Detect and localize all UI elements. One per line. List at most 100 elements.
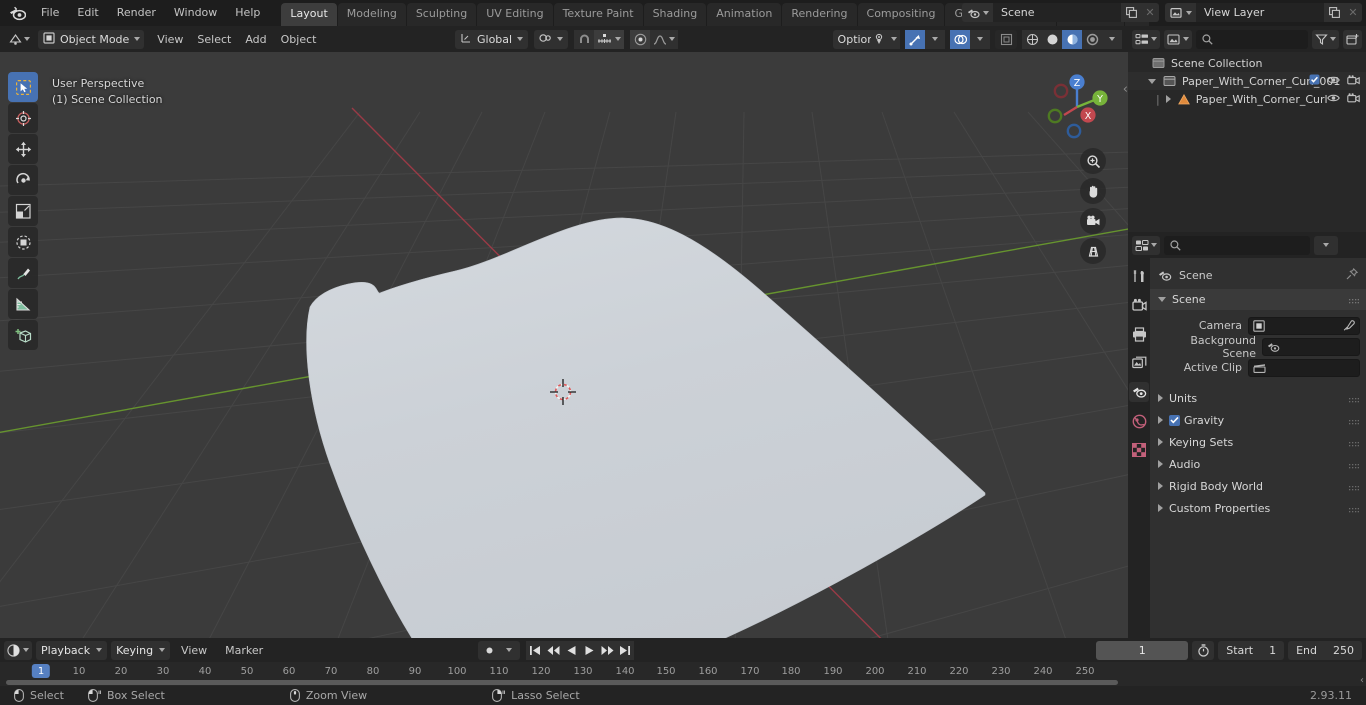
menu-file[interactable]: File (32, 3, 68, 23)
frame-end-field[interactable]: End 250 (1288, 640, 1362, 660)
auto-keying-toggle[interactable] (478, 640, 520, 660)
outliner-row-paper-with-corner-curl[interactable]: | Paper_With_Corner_Curl (1128, 90, 1366, 108)
outliner-filter-icon[interactable] (1312, 29, 1339, 49)
use-preview-range-button[interactable] (1192, 640, 1215, 660)
gizmo-options-chevron-icon[interactable] (925, 29, 945, 49)
gizmo-icon[interactable] (905, 29, 925, 49)
scale-tool[interactable] (8, 196, 38, 226)
pivot-point-select[interactable] (534, 29, 569, 49)
blender-logo-icon[interactable] (6, 3, 28, 23)
viewport-menu-view[interactable]: View (150, 31, 190, 48)
jump-to-start-button[interactable] (526, 640, 544, 660)
close-icon[interactable]: ✕ (1141, 3, 1159, 22)
menu-window[interactable]: Window (165, 3, 226, 23)
toggle-perspective-button[interactable] (1080, 238, 1106, 264)
snap-increment-icon[interactable] (594, 29, 625, 49)
close-icon[interactable]: ✕ (1344, 3, 1362, 22)
properties-editor-icon[interactable] (1132, 235, 1160, 255)
view-layer-tab[interactable] (1129, 353, 1149, 373)
tool-tab[interactable] (1129, 266, 1149, 286)
magnet-icon[interactable] (574, 29, 595, 49)
camera-field[interactable] (1248, 316, 1360, 335)
keying-sets-panel-header[interactable]: Keying Sets (1150, 431, 1366, 453)
duplicate-icon[interactable] (1324, 3, 1344, 22)
move-tool[interactable] (8, 134, 38, 164)
outliner-row-scene-collection[interactable]: Scene Collection (1128, 54, 1366, 72)
expand-triangle-icon[interactable] (1148, 78, 1156, 84)
gravity-panel-header[interactable]: Gravity (1150, 409, 1366, 431)
workspace-tab-layout[interactable]: Layout (281, 3, 337, 26)
previous-keyframe-button[interactable] (544, 640, 562, 660)
record-dot-icon[interactable] (480, 640, 498, 660)
solid-shading-icon[interactable] (1042, 29, 1062, 49)
scene-icon[interactable] (962, 3, 993, 22)
workspace-tab-rendering[interactable]: Rendering (782, 3, 857, 26)
auto-keying-options-chevron-icon[interactable] (500, 640, 518, 660)
timeline-collapse-arrow[interactable]: ‹ (1360, 675, 1364, 686)
shading-options-chevron-icon[interactable] (1102, 29, 1122, 49)
transform-tool[interactable] (8, 227, 38, 257)
view-layer-icon[interactable] (1165, 3, 1196, 22)
object-types-visibility-icon[interactable] (871, 29, 900, 49)
wireframe-shading-icon[interactable] (1022, 29, 1042, 49)
scene-name-field[interactable]: Scene (993, 3, 1121, 22)
gravity-checkbox[interactable] (1169, 414, 1180, 426)
outliner-search-input[interactable] (1196, 29, 1308, 49)
navigation-gizmo[interactable]: Z Y X (1040, 70, 1114, 144)
overlays-options-chevron-icon[interactable] (970, 29, 990, 49)
timeline-ruler[interactable]: 1 10 20 30 40 50 60 70 80 90 100 110 120… (0, 662, 1366, 686)
xray-icon[interactable] (995, 29, 1017, 49)
outliner-row-paper-with-corner-curl-001[interactable]: Paper_With_Corner_Curl_001 (1128, 72, 1366, 90)
annotate-tool[interactable] (8, 258, 38, 288)
hide-in-viewport-eye-icon[interactable] (1327, 93, 1340, 106)
menu-render[interactable]: Render (108, 3, 165, 23)
overlays-icon[interactable] (950, 29, 970, 49)
editor-type-icon[interactable] (6, 30, 33, 49)
material-preview-icon[interactable] (1062, 29, 1082, 49)
jump-to-end-button[interactable] (616, 640, 634, 660)
timeline-menu-marker[interactable]: Marker (218, 642, 270, 659)
new-collection-icon[interactable] (1343, 29, 1362, 49)
render-tab[interactable] (1129, 295, 1149, 315)
viewport-menu-select[interactable]: Select (190, 31, 238, 48)
frame-start-field[interactable]: Start 1 (1218, 640, 1285, 660)
workspace-tab-uv-editing[interactable]: UV Editing (477, 3, 553, 26)
texture-tab[interactable] (1129, 440, 1149, 460)
menu-help[interactable]: Help (226, 3, 269, 23)
falloff-curve-icon[interactable] (650, 29, 679, 49)
workspace-tab-animation[interactable]: Animation (707, 3, 782, 26)
disable-in-render-camera-icon[interactable] (1347, 92, 1360, 106)
playback-menu[interactable]: Playback (36, 640, 108, 660)
scene-tab[interactable] (1129, 382, 1149, 402)
world-tab[interactable] (1129, 411, 1149, 431)
menu-edit[interactable]: Edit (68, 3, 107, 23)
scene-panel-header[interactable]: Scene (1150, 289, 1366, 310)
outliner-filter-scene-icon[interactable] (1164, 29, 1192, 49)
3d-viewport[interactable]: User Perspective (1) Scene Collection ‹ … (0, 52, 1128, 638)
timeline-editor-icon[interactable] (4, 640, 32, 660)
workspace-tab-sculpting[interactable]: Sculpting (406, 3, 477, 26)
workspace-tab-texture-paint[interactable]: Texture Paint (553, 3, 643, 26)
viewport-menu-add[interactable]: Add (238, 31, 273, 48)
rigid-body-world-panel-header[interactable]: Rigid Body World (1150, 475, 1366, 497)
outliner-display-mode-icon[interactable] (1132, 29, 1160, 49)
hide-in-viewport-eye-icon[interactable] (1327, 75, 1340, 88)
duplicate-icon[interactable] (1121, 3, 1141, 22)
playhead[interactable]: 1 (31, 664, 51, 678)
units-panel-header[interactable]: Units (1150, 387, 1366, 409)
rotate-tool[interactable] (8, 165, 38, 195)
pin-icon[interactable] (1346, 267, 1359, 283)
background-scene-field[interactable] (1262, 337, 1360, 356)
timeline-horizontal-scrollbar[interactable] (6, 680, 1118, 685)
disable-in-render-camera-icon[interactable] (1347, 74, 1360, 88)
output-tab[interactable] (1129, 324, 1149, 344)
pan-view-button[interactable] (1080, 178, 1106, 204)
keying-menu[interactable]: Keying (111, 640, 171, 660)
collection-enable-checkbox[interactable] (1309, 74, 1320, 88)
play-reverse-button[interactable] (562, 640, 580, 660)
workspace-tab-modeling[interactable]: Modeling (337, 3, 406, 26)
viewport-menu-object[interactable]: Object (274, 31, 324, 48)
active-clip-field[interactable] (1248, 358, 1360, 377)
expand-triangle-icon[interactable] (1165, 95, 1171, 103)
rendered-shading-icon[interactable] (1082, 29, 1102, 49)
